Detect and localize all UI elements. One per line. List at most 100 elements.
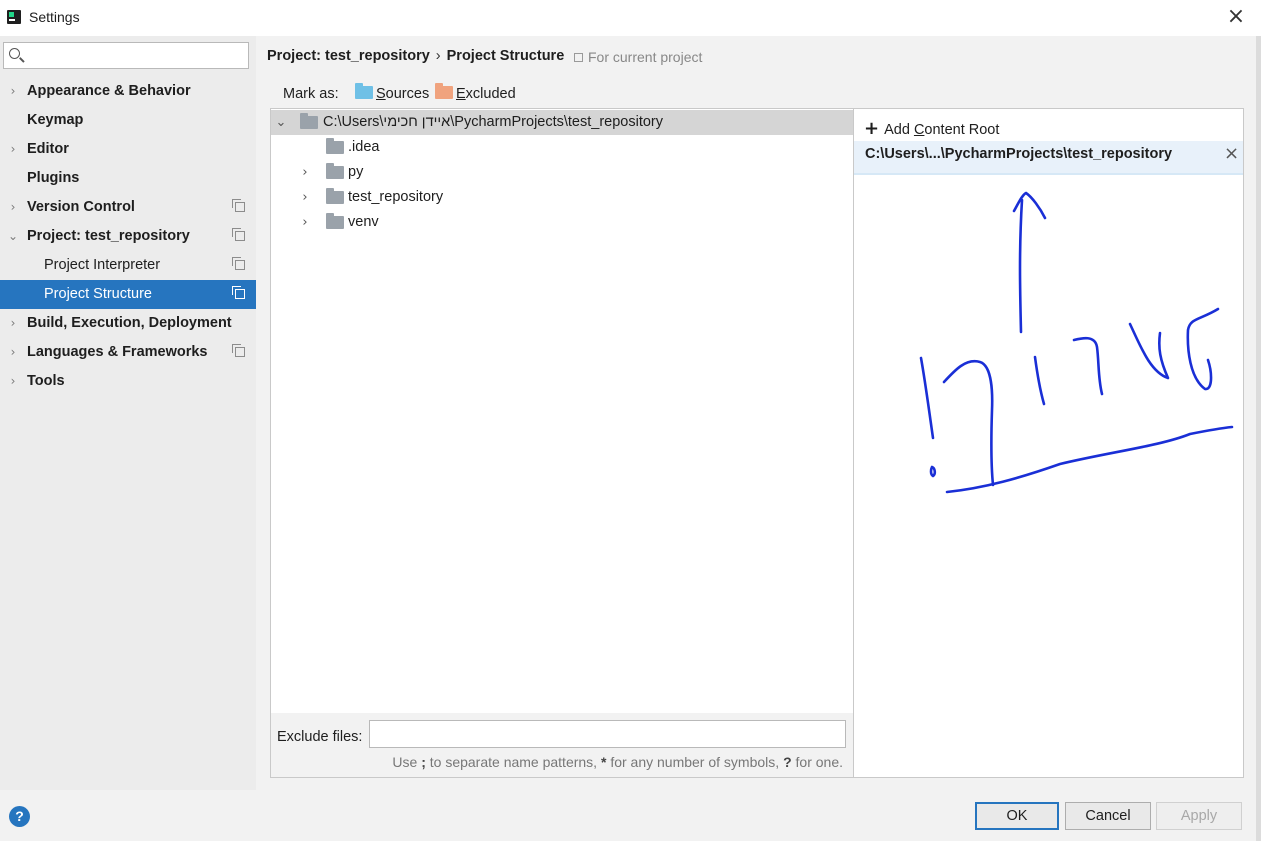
settings-search-input[interactable] [3,42,249,69]
sidebar-item-editor[interactable]: › Editor [0,135,256,164]
project-scope-icon [232,199,245,212]
window-title: Settings [29,9,80,25]
project-scope-icon [232,286,245,299]
exclude-files-input[interactable] [369,720,846,748]
chevron-right-icon: › [10,200,16,214]
sidebar-item-tools[interactable]: › Tools [0,367,256,396]
sidebar-item-appearance-behavior[interactable]: › Appearance & Behavior [0,77,256,106]
breadcrumb-separator: › [435,48,441,64]
hint-symbol: * [600,754,607,770]
add-root-label: ontent Root [924,122,1000,138]
window-edge [1256,36,1261,841]
add-root-label: Add [884,122,914,138]
sidebar-item-project-structure[interactable]: Project Structure [0,280,256,309]
tree-item-name: test_repository [348,189,444,205]
sidebar-item-label: Tools [27,373,65,389]
sidebar-item-label: Project: test_repository [27,228,190,244]
ok-button[interactable]: OK [975,802,1059,830]
mark-sources-button[interactable]: Sources [355,83,430,104]
sidebar-item-plugins[interactable]: Plugins [0,164,256,193]
content-root-item[interactable]: C:\Users\...\PycharmProjects\test_reposi… [854,141,1243,175]
chevron-down-icon[interactable]: ⌄ [273,110,289,135]
sources-label: ources [385,86,430,102]
exclude-files-section: Exclude files: Use ; to separate name pa… [271,713,853,777]
chevron-right-icon: › [10,345,16,359]
mark-excluded-button[interactable]: Excluded [435,83,516,104]
sidebar-item-label: Languages & Frameworks [27,344,208,360]
add-content-root-button[interactable]: + Add Content Root [864,118,999,139]
sidebar-item-label: Appearance & Behavior [27,83,191,99]
scope-hint-text: For current project [588,49,703,65]
sidebar-item-build-execution-deployment[interactable]: › Build, Execution, Deployment [0,309,256,338]
pycharm-app-icon [7,10,21,24]
excluded-mnemonic: E [456,86,466,102]
tree-row[interactable]: › py [271,160,853,185]
chevron-right-icon[interactable]: › [297,160,313,185]
sidebar-item-project[interactable]: ⌄ Project: test_repository [0,222,256,251]
exclude-files-hint: Use ; to separate name patterns, * for a… [392,754,843,770]
hint-text: for any number of symbols, [610,754,780,770]
hint-text: for one. [795,754,843,770]
close-icon[interactable]: × [1224,143,1239,164]
tree-item-name: py [348,164,364,180]
cancel-button[interactable]: Cancel [1065,802,1151,830]
hint-text: Use [392,754,418,770]
scope-hint: For current project [574,49,702,65]
folder-icon [300,113,318,129]
tree-row[interactable]: › test_repository [271,185,853,210]
chevron-right-icon[interactable]: › [297,185,313,210]
search-icon [9,48,20,59]
content-root-path: C:\Users\...\PycharmProjects\test_reposi… [865,146,1173,162]
sidebar-item-label: Editor [27,141,69,157]
sidebar-item-label: Build, Execution, Deployment [27,315,232,331]
hint-symbol: ; [421,754,426,770]
plus-icon: + [864,118,880,139]
sidebar-item-project-interpreter[interactable]: Project Interpreter [0,251,256,280]
tree-row-root[interactable]: ⌄ C:\Users\איידן חכימי\PycharmProjects\t… [271,110,853,135]
breadcrumb-project: Project: test_repository [267,48,430,64]
folder-icon [326,213,344,229]
sidebar-item-label: Version Control [27,199,135,215]
tree-root-path: C:\Users\איידן חכימי\PycharmProjects\tes… [323,114,664,130]
folder-icon [326,163,344,179]
sidebar-item-languages-frameworks[interactable]: › Languages & Frameworks [0,338,256,367]
chevron-right-icon: › [10,84,16,98]
sources-folder-icon [355,83,373,99]
project-scope-icon [574,53,583,62]
add-root-mnemonic: C [913,122,925,138]
tree-item-name: .idea [348,139,380,155]
sidebar-item-label: Project Interpreter [44,257,161,273]
project-scope-icon [232,228,245,241]
sidebar-item-label: Keymap [27,112,84,128]
project-tree-panel: ⌄ C:\Users\איידן חכימי\PycharmProjects\t… [270,108,854,778]
content-root-panel: + Add Content Root C:\Users\...\PycharmPr… [853,108,1244,778]
excluded-label: xcluded [465,86,516,102]
chevron-right-icon: › [10,316,16,330]
folder-icon [326,188,344,204]
settings-sidebar: › Appearance & Behavior Keymap › Editor … [0,36,256,790]
sidebar-item-label: Plugins [27,170,80,186]
window-close-icon[interactable]: × [1223,4,1249,30]
chevron-down-icon: ⌄ [7,229,19,243]
project-scope-icon [232,257,245,270]
apply-button[interactable]: Apply [1156,802,1242,830]
folder-icon [326,138,344,154]
page-title: Project Structure [446,48,565,64]
title-bar: Settings × [0,0,1261,36]
chevron-right-icon[interactable]: › [297,210,313,235]
chevron-right-icon: › [10,374,16,388]
exclude-files-label: Exclude files: [277,729,363,745]
tree-row[interactable]: .idea [271,135,853,160]
excluded-folder-icon [435,83,453,99]
tree-item-name: venv [348,214,379,230]
breadcrumb: Project: test_repository › Project Structu… [267,48,564,64]
sidebar-item-label: Project Structure [44,286,152,302]
tree-row[interactable]: › venv [271,210,853,235]
hint-text: to separate name patterns, [429,754,598,770]
sidebar-item-keymap[interactable]: Keymap [0,106,256,135]
project-scope-icon [232,344,245,357]
sidebar-item-version-control[interactable]: › Version Control [0,193,256,222]
sources-mnemonic: S [376,86,386,102]
help-icon[interactable]: ? [9,806,30,827]
hint-symbol: ? [783,754,792,770]
